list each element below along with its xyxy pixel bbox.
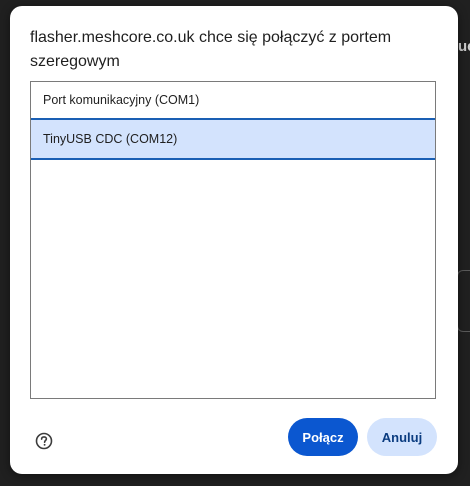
port-item-com1[interactable]: Port komunikacyjny (COM1)	[31, 82, 435, 118]
port-item-label: Port komunikacyjny (COM1)	[43, 93, 200, 107]
background-panel-edge	[457, 270, 470, 332]
cancel-button[interactable]: Anuluj	[367, 418, 437, 456]
port-list[interactable]: Port komunikacyjny (COM1) TinyUSB CDC (C…	[30, 81, 436, 399]
connect-button[interactable]: Połącz	[288, 418, 358, 456]
dialog-title: flasher.meshcore.co.uk chce się połączyć…	[30, 29, 392, 70]
background-text-fragment: ue	[458, 38, 470, 55]
dialog-footer: Połącz Anuluj	[10, 412, 458, 474]
serial-port-dialog: flasher.meshcore.co.uk chce się połączyć…	[10, 6, 458, 474]
help-circle-icon[interactable]	[35, 432, 53, 450]
port-item-label: TinyUSB CDC (COM12)	[43, 132, 178, 146]
port-item-com12[interactable]: TinyUSB CDC (COM12)	[31, 118, 435, 160]
